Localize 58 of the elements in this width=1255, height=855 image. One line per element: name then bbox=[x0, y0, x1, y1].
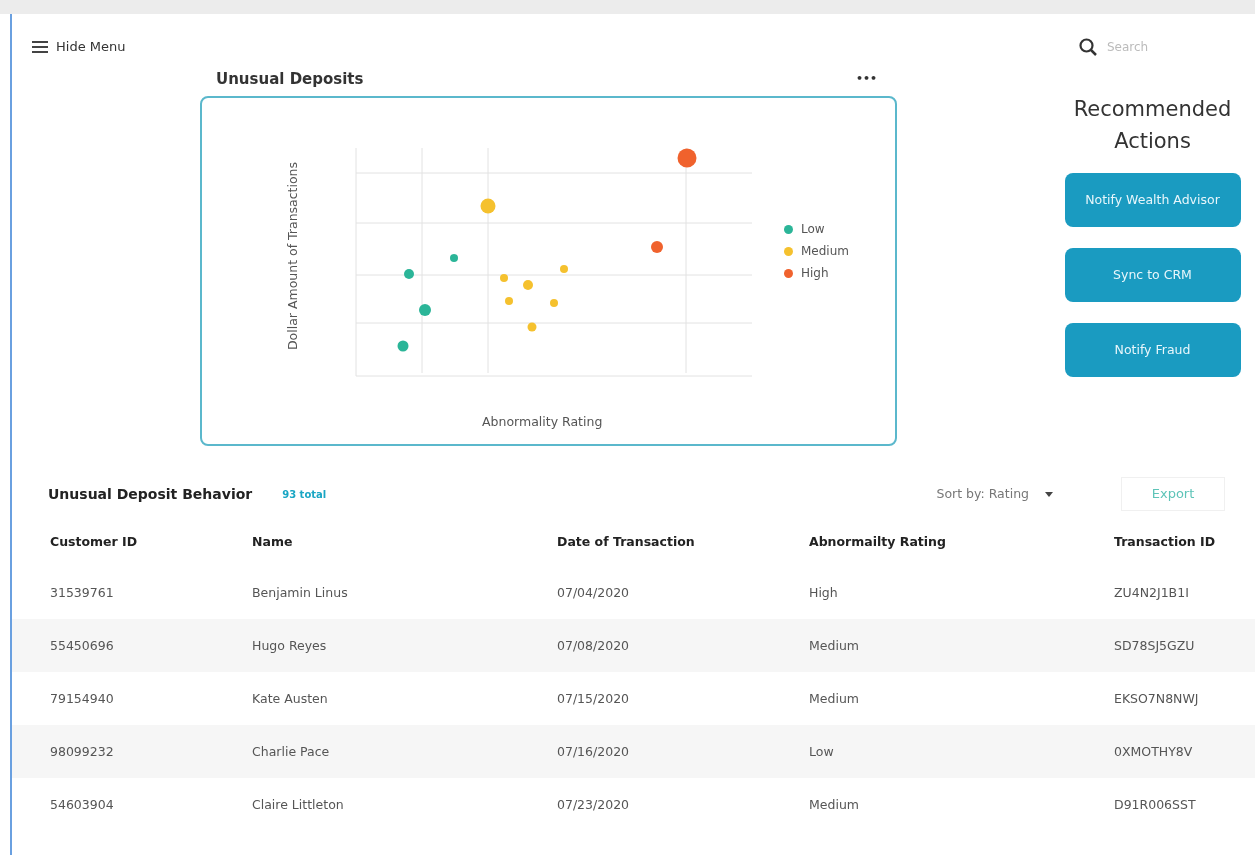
column-header[interactable]: Name bbox=[252, 534, 293, 550]
table-title: Unusual Deposit Behavior bbox=[48, 484, 253, 504]
data-point bbox=[419, 304, 431, 316]
data-point bbox=[527, 322, 537, 332]
data-point bbox=[677, 148, 697, 168]
table-cell: High bbox=[809, 584, 838, 600]
data-point bbox=[480, 198, 496, 214]
table-cell: ZU4N2J1B1I bbox=[1114, 584, 1189, 600]
data-point bbox=[397, 340, 409, 352]
column-header[interactable]: Transaction ID bbox=[1114, 534, 1216, 550]
data-point bbox=[523, 280, 533, 290]
hide-menu-link[interactable]: Hide Menu bbox=[56, 37, 126, 57]
y-axis-label: Dollar Amount of Transactions bbox=[284, 160, 301, 353]
table-cell: SD78SJ5GZU bbox=[1114, 637, 1195, 653]
table-cell: Benjamin Linus bbox=[252, 584, 348, 600]
table-cell: 07/16/2020 bbox=[557, 743, 630, 759]
sort-dropdown[interactable]: Sort by: Rating bbox=[936, 484, 1029, 504]
data-point bbox=[505, 297, 513, 305]
menu-icon[interactable] bbox=[32, 41, 48, 53]
legend-label: Low bbox=[801, 221, 825, 238]
table-cell: 07/23/2020 bbox=[557, 796, 630, 812]
column-header[interactable]: Abnormailty Rating bbox=[809, 534, 946, 550]
legend-label: High bbox=[801, 265, 829, 282]
section-title: Recommended Actions bbox=[1072, 96, 1233, 155]
table-cell: 07/15/2020 bbox=[557, 690, 630, 706]
table-cell: Medium bbox=[809, 796, 859, 812]
table-cell: 07/08/2020 bbox=[557, 637, 630, 653]
legend-label: Medium bbox=[801, 243, 849, 260]
table-cell: 31539761 bbox=[50, 584, 114, 600]
total-count: 93 total bbox=[282, 487, 327, 502]
table-cell: Hugo Reyes bbox=[252, 637, 327, 653]
column-header[interactable]: Date of Transaction bbox=[557, 534, 695, 550]
table-cell: 54603904 bbox=[50, 796, 114, 812]
table-cell: Medium bbox=[809, 690, 859, 706]
table-cell: Claire Littleton bbox=[252, 796, 344, 812]
data-point bbox=[651, 241, 663, 253]
table-cell: Kate Austen bbox=[252, 690, 328, 706]
column-header[interactable]: Customer ID bbox=[50, 534, 138, 550]
table-cell: Medium bbox=[809, 637, 859, 653]
chart-title: Unusual Deposits bbox=[216, 68, 364, 90]
data-point bbox=[560, 265, 568, 273]
data-point bbox=[550, 299, 558, 307]
x-axis-label: Abnormality Rating bbox=[482, 413, 603, 431]
table-cell: EKSO7N8NWJ bbox=[1114, 690, 1199, 706]
table-cell: 55450696 bbox=[50, 637, 114, 653]
data-point bbox=[450, 254, 458, 262]
data-point bbox=[404, 269, 414, 279]
table-cell: 0XMOTHY8V bbox=[1114, 743, 1193, 759]
search-icon[interactable] bbox=[1079, 38, 1097, 56]
table-cell: 98099232 bbox=[50, 743, 114, 759]
table-cell: 79154940 bbox=[50, 690, 114, 706]
data-point bbox=[500, 274, 508, 282]
more-options-button[interactable]: ••• bbox=[855, 70, 877, 88]
table-cell: D91R006SST bbox=[1114, 796, 1196, 812]
table-cell: Low bbox=[809, 743, 834, 759]
table-cell: 07/04/2020 bbox=[557, 584, 630, 600]
caret-icon[interactable] bbox=[1045, 491, 1053, 497]
table-cell: Charlie Pace bbox=[252, 743, 330, 759]
